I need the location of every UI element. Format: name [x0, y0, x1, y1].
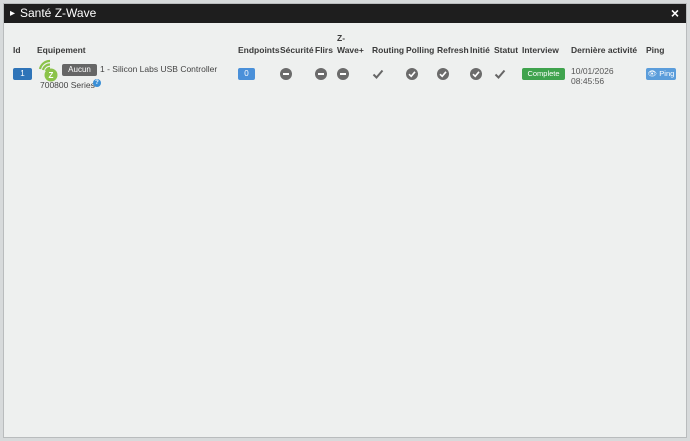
equipement-name[interactable]: 1 - Silicon Labs USB Controller — [100, 64, 217, 74]
chevron-right-icon: ▸ — [10, 8, 16, 19]
ping-button[interactable]: 👁 Ping — [646, 68, 676, 80]
check-icon — [372, 68, 384, 80]
close-button[interactable]: × — [671, 4, 679, 23]
endpoints-badge: 0 — [238, 68, 255, 80]
header-interview: Interview — [522, 45, 559, 55]
last-activity-time: 08:45:56 — [571, 76, 605, 86]
header-polling: Polling — [406, 45, 435, 55]
check-circle-icon — [406, 68, 418, 80]
header-statut: Statut — [494, 45, 519, 55]
modal-title: Santé Z-Wave — [20, 6, 97, 20]
header-zwave-plus-line1: Z- — [337, 33, 346, 43]
interview-status-badge: Complete — [522, 68, 565, 80]
modal-titlebar: ▸ Santé Z-Wave × — [4, 4, 686, 23]
svg-text:Z: Z — [49, 71, 54, 80]
header-zwave-plus-line2: Wave+ — [337, 45, 364, 55]
header-ping: Ping — [646, 45, 665, 55]
help-icon[interactable]: ? — [93, 79, 101, 87]
header-endpoints: Endpoints — [238, 45, 280, 55]
last-activity: 10/01/2026 08:45:56 — [571, 66, 614, 86]
ping-label: Ping — [659, 69, 675, 78]
eye-icon: 👁 — [647, 69, 658, 78]
check-circle-icon — [470, 68, 482, 80]
minus-circle-icon — [280, 68, 292, 80]
check-circle-icon — [437, 68, 449, 80]
last-activity-date: 10/01/2026 — [571, 66, 614, 76]
header-refresh: Refresh — [437, 45, 469, 55]
minus-circle-icon — [337, 68, 349, 80]
header-equipement: Equipement — [37, 45, 86, 55]
header-flirs: Flirs — [315, 45, 333, 55]
header-id: Id — [13, 45, 21, 55]
group-badge: Aucun — [62, 64, 97, 76]
header-routing: Routing — [372, 45, 405, 55]
header-initie: Initié — [470, 45, 490, 55]
minus-circle-icon — [315, 68, 327, 80]
zwave-health-modal: ▸ Santé Z-Wave × Id Equipement Endpoints… — [3, 3, 687, 438]
header-derniere-activite: Dernière activité — [571, 45, 638, 55]
check-icon — [494, 68, 506, 80]
equipement-name-continued[interactable]: 700800 Series — [40, 80, 95, 90]
header-securite: Sécurité — [280, 45, 314, 55]
id-badge: 1 — [13, 68, 32, 80]
